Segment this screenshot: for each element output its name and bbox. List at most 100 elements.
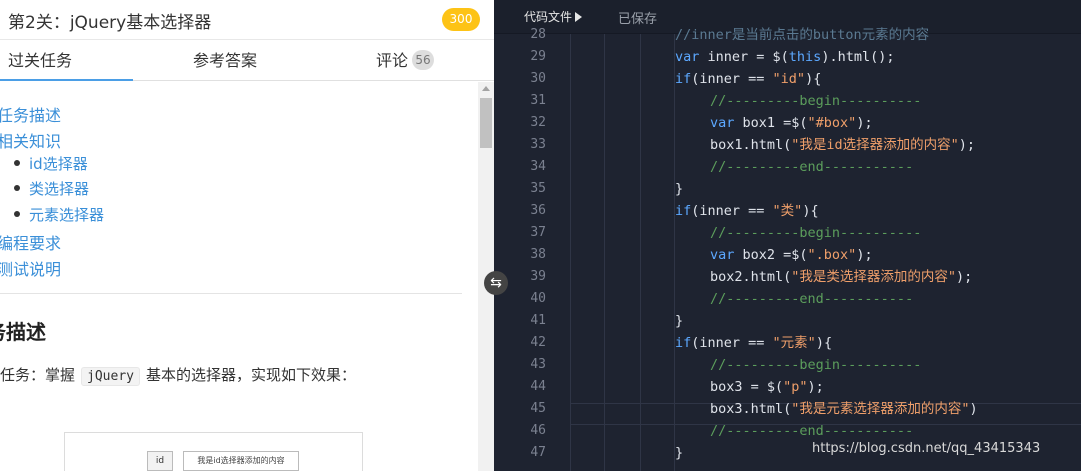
code-token: //---------end----------- bbox=[710, 159, 914, 175]
line-number: 47 bbox=[530, 445, 546, 460]
code-token: //---------end----------- bbox=[710, 423, 914, 439]
code-line[interactable]: } bbox=[675, 310, 683, 332]
code-token: var bbox=[710, 115, 735, 131]
tab-comment[interactable]: 评论 56 bbox=[376, 41, 435, 81]
line-number: 28 bbox=[530, 27, 546, 42]
code-token: (inner == bbox=[691, 203, 773, 219]
code-token: "id" bbox=[772, 71, 806, 87]
section-divider bbox=[0, 293, 462, 294]
inline-code: jQuery bbox=[81, 367, 140, 386]
code-line[interactable]: } bbox=[675, 178, 683, 200]
code-token: ); bbox=[856, 247, 873, 263]
code-token: ){ bbox=[805, 71, 822, 87]
task-suffix: 基本的选择器，实现如下效果： bbox=[145, 366, 356, 384]
preview-output-box: 我是id选择器添加的内容 bbox=[183, 451, 299, 471]
code-token: "p" bbox=[783, 379, 808, 395]
line-number: 45 bbox=[530, 401, 546, 416]
page-title: 第2关：jQuery基本选择器 bbox=[8, 13, 212, 33]
code-line[interactable]: var box1 =$("#box"); bbox=[710, 112, 873, 134]
scroll-up-icon[interactable] bbox=[482, 86, 490, 91]
toc-link-id-selector[interactable]: id选择器 bbox=[29, 153, 88, 174]
code-token: } bbox=[675, 181, 684, 197]
toc-link-related-knowledge[interactable]: 相关知识 bbox=[0, 128, 61, 152]
code-line[interactable]: box3 = $("p"); bbox=[710, 376, 824, 398]
code-line[interactable]: //---------end----------- bbox=[710, 288, 913, 310]
code-token: box1.html( bbox=[710, 137, 792, 153]
tab-comment-label: 评论 bbox=[376, 51, 409, 70]
code-token: box2.html( bbox=[710, 269, 792, 285]
code-line[interactable]: //---------begin---------- bbox=[710, 354, 921, 376]
swap-horizontal-icon[interactable]: ⇆ bbox=[484, 271, 508, 295]
code-line[interactable]: var box2 =$(".box"); bbox=[710, 244, 873, 266]
code-token: "我是id选择器添加的内容" bbox=[791, 137, 959, 153]
code-token: var bbox=[710, 247, 735, 263]
code-token: "我是元素选择器添加的内容" bbox=[791, 401, 970, 417]
code-token: if bbox=[675, 203, 692, 219]
line-number-gutter: 28 29 30 31 32 33 34 35 36 37 38 39 40 41 42 43 44 45 46 47 bbox=[494, 27, 568, 471]
code-token: //inner是当前点击的button元素的内容 bbox=[675, 27, 930, 43]
line-number: 36 bbox=[530, 203, 546, 218]
line-number: 38 bbox=[530, 247, 546, 262]
code-token: box3 = $( bbox=[710, 379, 784, 395]
code-line[interactable]: if(inner == "类"){ bbox=[675, 200, 819, 222]
toc-link-class-selector[interactable]: 类选择器 bbox=[29, 178, 89, 199]
preview-id-button: id bbox=[147, 451, 173, 471]
code-token: ) bbox=[969, 401, 978, 417]
code-line[interactable]: var inner = $(this).html(); bbox=[675, 46, 894, 68]
code-token: box3.html( bbox=[710, 401, 792, 417]
code-token: if bbox=[675, 335, 692, 351]
code-file-tab[interactable]: 代码文件 bbox=[524, 8, 583, 25]
comment-count-badge: 56 bbox=[412, 50, 435, 70]
line-number: 29 bbox=[530, 49, 546, 64]
code-line[interactable]: box1.html("我是id选择器添加的内容"); bbox=[710, 134, 975, 156]
line-number: 44 bbox=[530, 379, 546, 394]
toc-link-task-description[interactable]: 任务描述 bbox=[0, 102, 61, 126]
code-line[interactable]: box2.html("我是类选择器添加的内容"); bbox=[710, 266, 972, 288]
line-number: 39 bbox=[530, 269, 546, 284]
code-line[interactable]: if(inner == "元素"){ bbox=[675, 332, 832, 354]
code-token: //---------begin---------- bbox=[710, 93, 922, 109]
code-token: ); bbox=[958, 137, 976, 153]
line-number: 42 bbox=[530, 335, 546, 350]
code-file-label: 代码文件 bbox=[524, 10, 573, 24]
line-number: 43 bbox=[530, 357, 546, 372]
code-line[interactable]: if(inner == "id"){ bbox=[675, 68, 821, 90]
code-line[interactable]: //---------begin---------- bbox=[710, 90, 921, 112]
code-token: box1 =$( bbox=[734, 115, 808, 131]
code-line[interactable]: //---------begin---------- bbox=[710, 222, 921, 244]
code-token: //---------begin---------- bbox=[710, 357, 922, 373]
tab-answer[interactable]: 参考答案 bbox=[193, 41, 257, 81]
toc-link-element-selector[interactable]: 元素选择器 bbox=[29, 204, 104, 225]
code-token: ).html(); bbox=[821, 49, 895, 65]
code-token: (inner == bbox=[691, 335, 773, 351]
bullet-icon bbox=[14, 160, 20, 166]
code-line[interactable]: //inner是当前点击的button元素的内容 bbox=[675, 24, 929, 46]
tab-task[interactable]: 过关任务 bbox=[0, 41, 133, 81]
line-number: 34 bbox=[530, 159, 546, 174]
bullet-icon bbox=[14, 185, 20, 191]
tab-task-label: 过关任务 bbox=[8, 51, 73, 70]
line-number: 31 bbox=[530, 93, 546, 108]
line-number: 33 bbox=[530, 137, 546, 152]
code-token: ); bbox=[956, 269, 973, 285]
code-token: if bbox=[675, 71, 692, 87]
scrollbar-thumb[interactable] bbox=[480, 98, 492, 148]
code-token: inner = $( bbox=[699, 49, 789, 65]
code-line[interactable]: //---------end----------- bbox=[710, 420, 913, 442]
score-badge: 300 bbox=[442, 8, 480, 31]
task-content: 任务描述 相关知识 id选择器 类选择器 元素选择器 编程要求 测试说明 务描述… bbox=[0, 82, 478, 471]
code-token: } bbox=[675, 313, 684, 329]
line-number: 46 bbox=[530, 423, 546, 438]
code-line[interactable]: //---------end----------- bbox=[710, 156, 913, 178]
line-number: 41 bbox=[530, 313, 546, 328]
task-prefix: 任务：掌握 bbox=[0, 366, 76, 384]
tab-answer-label: 参考答案 bbox=[193, 51, 258, 70]
result-preview-image: id 我是id选择器添加的内容 bbox=[64, 432, 363, 471]
toc-link-programming-requirements[interactable]: 编程要求 bbox=[0, 230, 61, 254]
bullet-icon bbox=[14, 211, 20, 217]
code-token: //---------begin---------- bbox=[710, 225, 922, 241]
code-line[interactable]: box3.html("我是元素选择器添加的内容") bbox=[710, 398, 978, 420]
line-number: 35 bbox=[530, 181, 546, 196]
toc-link-test-instructions[interactable]: 测试说明 bbox=[0, 256, 61, 280]
code-line[interactable]: } bbox=[675, 442, 683, 464]
